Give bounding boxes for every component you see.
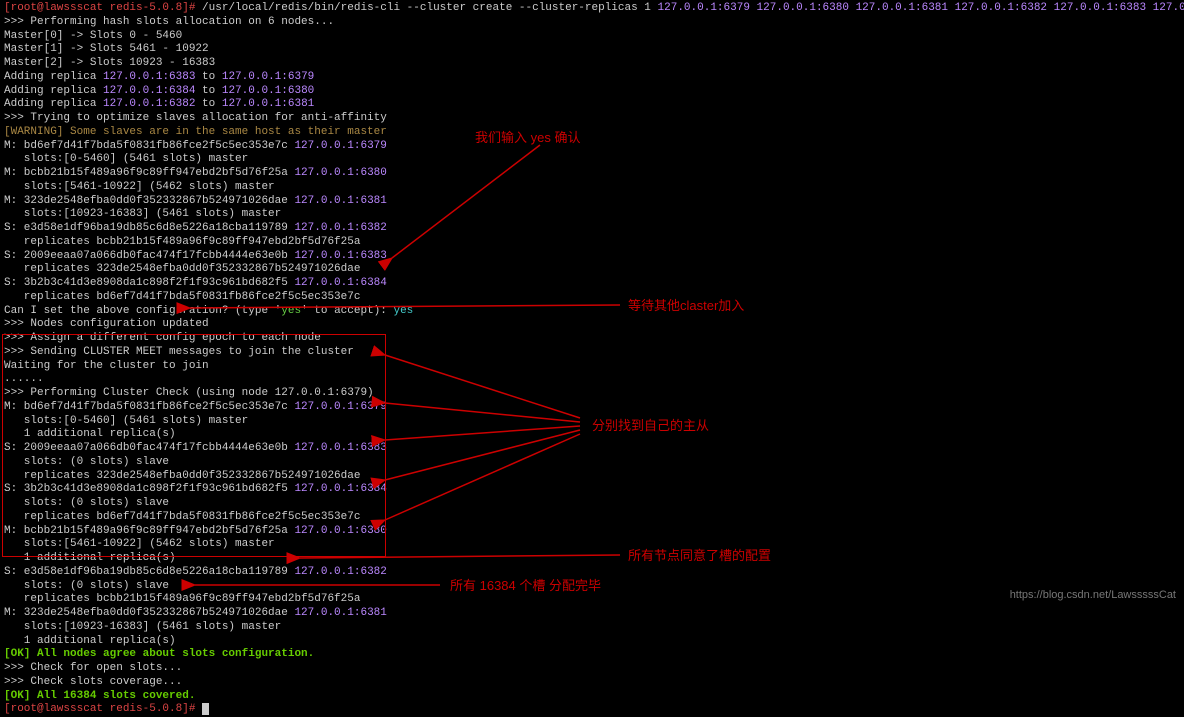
ok-slots-config: [OK] All nodes agree about slots configu… [4, 648, 314, 660]
terminal-output: [root@lawssscat redis-5.0.8]# /usr/local… [4, 2, 1180, 717]
watermark: https://blog.csdn.net/LawsssssCat [1010, 589, 1176, 603]
prompt: [root@lawssscat redis-5.0.8]# [4, 2, 195, 14]
ok-slots-covered: [OK] All 16384 slots covered. [4, 690, 195, 702]
cursor[interactable] [202, 703, 209, 715]
user-input-yes[interactable]: yes [393, 305, 413, 317]
